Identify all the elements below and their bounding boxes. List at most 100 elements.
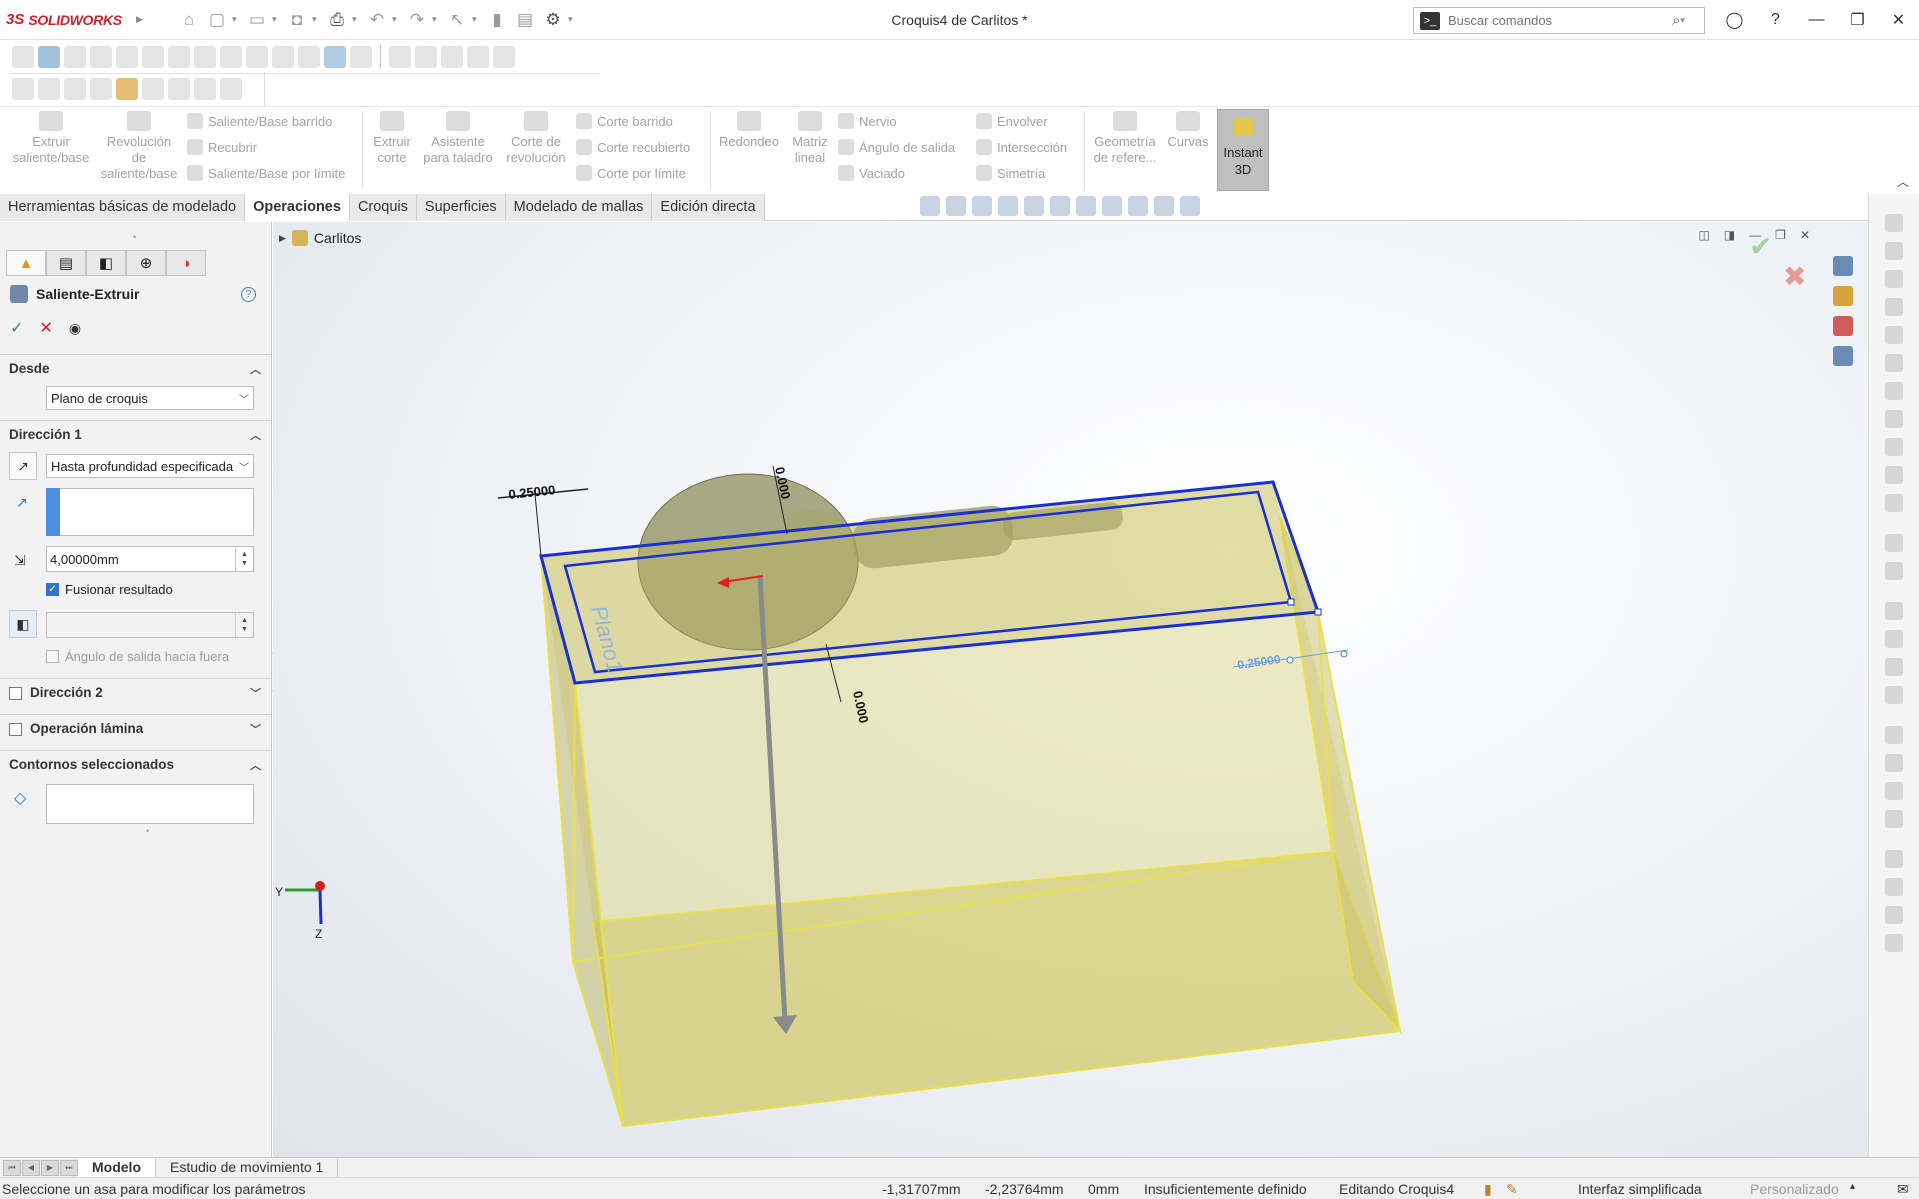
save-caret-icon[interactable]: ▾ [312,14,322,25]
cut-loft-button[interactable]: Corte recubierto [576,137,690,157]
reverse-direction-icon[interactable]: ↗ [9,452,37,480]
toolbar-tool-icon[interactable] [38,45,60,68]
file-properties-icon[interactable]: ▤ [512,7,538,33]
tab-model[interactable]: Modelo [78,1157,156,1178]
previous-view-icon[interactable] [1050,196,1070,216]
shaded-sketch-icon[interactable] [1885,850,1903,868]
toolbar-tool-icon[interactable] [90,78,112,100]
redo-icon[interactable]: ↷ [404,7,430,33]
point-tool-icon[interactable] [1885,494,1903,512]
panel-resize-grip-icon[interactable]: • [133,232,136,242]
help-icon[interactable]: ? [1755,0,1796,40]
ok-check-icon[interactable]: ✓ [10,318,23,338]
select-caret-icon[interactable]: ▾ [472,14,482,25]
shell-button[interactable]: Vaciado [838,163,905,183]
mirror-entities-icon[interactable] [1885,658,1903,676]
toolbar-tool-icon[interactable] [272,45,294,68]
zoom-to-fit-icon[interactable] [920,196,940,216]
rebuild-icon[interactable]: ▮ [484,7,510,33]
sketch-point-handle[interactable] [1314,608,1322,616]
toolbar-tool-icon[interactable] [220,45,242,68]
spinner-arrows-icon[interactable]: ▲ ▼ [235,547,253,571]
toolbar-tool-icon[interactable] [220,78,242,100]
options-gear-icon[interactable]: ⚙ [540,7,566,33]
checkbox-unchecked-icon[interactable] [9,722,22,736]
repair-sketch-icon[interactable] [1885,782,1903,800]
comments-icon[interactable]: ✉ [1897,1181,1909,1198]
fillet-button[interactable]: Redondeo [714,111,784,150]
toolbar-tool-icon[interactable] [194,45,216,68]
from-section-header[interactable]: Desde ︿ [0,354,271,382]
from-select[interactable]: Plano de croquis ﹀ [46,386,254,410]
section-view-icon[interactable] [1076,196,1096,216]
options-caret-icon[interactable]: ▾ [568,14,578,25]
toolbar-tool-icon[interactable] [168,45,190,68]
tab-direct-editing[interactable]: Edición directa [652,194,765,221]
sketch-picture-icon[interactable] [1885,934,1903,952]
new-caret-icon[interactable]: ▾ [232,14,242,25]
check-sketch-icon[interactable] [1885,906,1903,924]
mirror-button[interactable]: Simetría [976,163,1045,183]
tab-sketch[interactable]: Croquis [349,194,417,221]
extrude-boss-button[interactable]: Extruir saliente/base [8,111,94,166]
intersect-button[interactable]: Intersección [976,137,1067,157]
end-condition-select[interactable]: Hasta profundidad especificada ﹀ [46,454,254,478]
view-orientation-icon[interactable] [1102,196,1122,216]
ellipse-tool-icon[interactable] [1885,438,1903,456]
zoom-icon[interactable] [1024,196,1044,216]
restore-icon[interactable]: ❐ [1837,0,1878,40]
toolbar-tool-icon[interactable] [467,45,489,68]
cancel-x-icon[interactable]: ✕ [39,318,52,338]
hide-show-icon[interactable] [1154,196,1174,216]
undo-strip-icon[interactable] [1885,242,1903,260]
toolbar-tool-icon[interactable] [142,78,164,100]
last-tab-icon[interactable]: ⏭ [60,1159,78,1176]
thin-feature-section-header[interactable]: Operación lámina ﹀ [0,714,271,742]
toolbar-tool-icon[interactable] [246,45,268,68]
tab-mesh-modeling[interactable]: Modelado de mallas [505,194,653,221]
checkbox-unchecked-icon[interactable] [9,686,22,700]
zoom-area-icon[interactable] [946,196,966,216]
circle-tool-icon[interactable] [1885,354,1903,372]
hole-wizard-button[interactable]: Asistente para taladro [418,111,498,166]
toolbar-tool-icon[interactable] [441,45,463,68]
toolbar-tool-icon[interactable] [298,45,320,68]
home-icon[interactable]: ⌂ [176,7,202,33]
offset-icon[interactable] [1885,562,1903,580]
spinner-arrows-icon[interactable]: ▲ ▼ [235,613,253,637]
loft-button[interactable]: Recubrir [187,137,257,157]
graphics-area[interactable]: ▶ Carlitos ◫ ◨ — ❐ ✕ ✔ ✖ Plano1 0.25000 … [273,222,1868,1157]
toolbar-tool-icon[interactable] [90,45,112,68]
user-account-icon[interactable]: ◯ [1714,0,1755,40]
rebuild-status-icon[interactable]: ▮ [1484,1181,1492,1198]
rectangle-tool-icon[interactable] [1885,298,1903,316]
search-icon[interactable]: ⌕ [1672,12,1680,29]
sweep-boss-button[interactable]: Saliente/Base barrido [187,111,332,131]
instant-3d-button[interactable]: Instant 3D [1217,109,1269,191]
minimize-icon[interactable]: — [1796,0,1837,40]
property-manager-tab-icon[interactable]: ▤ [46,250,86,276]
curves-button[interactable]: Curvas [1164,111,1212,150]
undo-caret-icon[interactable]: ▾ [392,14,402,25]
move-entities-icon[interactable] [1885,686,1903,704]
solidworks-logo[interactable]: 3S SOLIDWORKS [6,11,136,28]
merge-result-checkbox[interactable]: ✓ Fusionar resultado [46,582,173,597]
open-icon[interactable]: ▭ [244,7,270,33]
configuration-manager-tab-icon[interactable]: ◧ [86,250,126,276]
display-style-icon[interactable] [1128,196,1148,216]
draft-button[interactable]: Ángulo de salida [838,137,955,157]
status-interface[interactable]: Interfaz simplificada [1578,1181,1702,1197]
relations-icon[interactable] [1885,754,1903,772]
boundary-boss-button[interactable]: Saliente/Base por límite [187,163,345,183]
instant2d-icon[interactable] [1885,878,1903,896]
design-library-icon[interactable] [1833,256,1853,276]
draft-on-off-icon[interactable]: ◧ [9,610,37,638]
preview-eye-icon[interactable]: ◉ [69,320,81,337]
appearance-icon[interactable] [1180,196,1200,216]
undo-icon[interactable]: ↶ [364,7,390,33]
depth-spinbox[interactable]: 4,00000mm ▲ ▼ [46,546,254,572]
direction2-section-header[interactable]: Dirección 2 ﹀ [0,678,271,706]
status-customized[interactable]: Personalizado [1750,1181,1839,1197]
next-tab-icon[interactable]: ▶ [41,1159,59,1176]
collapse-ribbon-icon[interactable]: ︿ [1897,173,1909,190]
